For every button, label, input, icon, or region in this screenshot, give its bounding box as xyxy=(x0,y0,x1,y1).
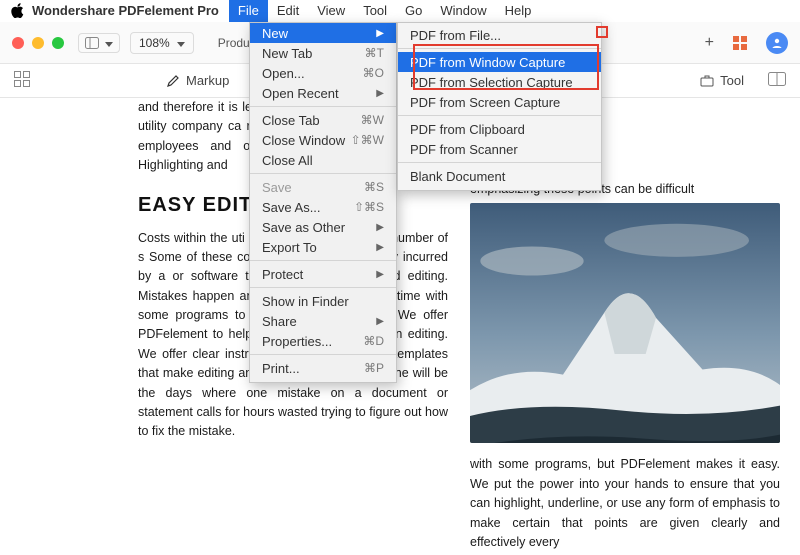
zoom-select[interactable]: 108% xyxy=(130,32,194,54)
file-menu-item[interactable]: Share ▶ xyxy=(250,311,396,331)
menu-shortcut: ⌘O xyxy=(363,66,384,80)
menu-go[interactable]: Go xyxy=(396,0,431,22)
menu-item-label: PDF from Screen Capture xyxy=(410,95,560,110)
menu-item-label: Properties... xyxy=(262,334,332,349)
menu-item-label: Share xyxy=(262,314,297,329)
chevron-down-icon xyxy=(175,36,185,50)
file-menu-item[interactable]: Export To ▶ xyxy=(250,237,396,257)
file-menu-item[interactable]: Open Recent ▶ xyxy=(250,83,396,103)
submenu-arrow-icon: ▶ xyxy=(376,269,384,280)
submenu-arrow-icon: ▶ xyxy=(376,28,384,39)
document-tab[interactable]: Produ xyxy=(218,36,250,50)
markup-button[interactable]: Markup xyxy=(166,73,229,88)
new-tab-button[interactable]: + xyxy=(705,34,714,52)
menu-item-label: New xyxy=(262,26,288,41)
submenu-arrow-icon: ▶ xyxy=(376,316,384,327)
menu-shortcut: ⌘T xyxy=(365,46,384,60)
menu-bar: Wondershare PDFelement Pro File Edit Vie… xyxy=(0,0,800,22)
file-menu-item: Save ⌘S xyxy=(250,177,396,197)
menu-item-label: Save xyxy=(262,180,292,195)
thumbnails-icon[interactable] xyxy=(14,71,40,90)
apps-grid-icon[interactable] xyxy=(732,35,748,51)
new-submenu-item[interactable]: PDF from Clipboard xyxy=(398,119,601,139)
menu-item-label: Close All xyxy=(262,153,313,168)
menu-view[interactable]: View xyxy=(308,0,354,22)
new-submenu-item[interactable]: Blank Document xyxy=(398,166,601,186)
toolbox-icon xyxy=(700,74,714,88)
file-menu-item[interactable]: Save as Other ▶ xyxy=(250,217,396,237)
file-menu-dropdown: New ▶ New Tab ⌘T Open... ⌘O Open Recent ▶ Close … xyxy=(249,22,397,383)
menu-item-label: Close Window xyxy=(262,133,345,148)
menu-item-label: Save as Other xyxy=(262,220,345,235)
menu-shortcut: ⌘D xyxy=(363,334,384,348)
menu-item-label: Protect xyxy=(262,267,303,282)
apple-menu-icon[interactable] xyxy=(8,3,26,18)
pencil-icon xyxy=(166,74,180,88)
window-close-icon[interactable] xyxy=(12,37,24,49)
menu-item-label: Open... xyxy=(262,66,305,81)
file-menu-item[interactable]: Close Tab ⌘W xyxy=(250,110,396,130)
file-menu-item[interactable]: Properties... ⌘D xyxy=(250,331,396,351)
file-menu-item[interactable]: Protect ▶ xyxy=(250,264,396,284)
user-avatar[interactable] xyxy=(766,32,788,54)
menu-shortcut: ⌘P xyxy=(364,361,384,375)
new-submenu-item[interactable]: PDF from Selection Capture xyxy=(398,72,601,92)
file-menu-item[interactable]: Close Window ⇧⌘W xyxy=(250,130,396,150)
file-menu-item[interactable]: Print... ⌘P xyxy=(250,358,396,378)
menu-edit[interactable]: Edit xyxy=(268,0,308,22)
new-submenu-item[interactable]: PDF from Window Capture xyxy=(398,52,601,72)
menu-item-label: Blank Document xyxy=(410,169,505,184)
file-menu-item[interactable]: Close All xyxy=(250,150,396,170)
menu-item-label: PDF from Scanner xyxy=(410,142,518,157)
tool-button[interactable]: Tool xyxy=(700,73,744,88)
menu-help[interactable]: Help xyxy=(496,0,541,22)
menu-item-label: Show in Finder xyxy=(262,294,349,309)
new-submenu: PDF from File... PDF from Window Capture P… xyxy=(397,22,602,191)
file-menu-item[interactable]: New ▶ xyxy=(250,23,396,43)
menu-shortcut: ⇧⌘S xyxy=(354,200,384,214)
markup-label: Markup xyxy=(186,73,229,88)
file-menu-item[interactable]: Save As... ⇧⌘S xyxy=(250,197,396,217)
tool-label: Tool xyxy=(720,73,744,88)
menu-item-label: Close Tab xyxy=(262,113,320,128)
menu-item-label: PDF from Clipboard xyxy=(410,122,525,137)
window-minimize-icon[interactable] xyxy=(32,37,44,49)
new-submenu-item[interactable]: PDF from Scanner xyxy=(398,139,601,159)
menu-window[interactable]: Window xyxy=(431,0,495,22)
menu-file[interactable]: File xyxy=(229,0,268,22)
new-submenu-item[interactable]: PDF from Screen Capture xyxy=(398,92,601,112)
menu-shortcut: ⌘S xyxy=(364,180,384,194)
menu-item-label: PDF from Selection Capture xyxy=(410,75,573,90)
page-view-icon[interactable] xyxy=(768,72,786,89)
menu-item-label: PDF from File... xyxy=(410,28,501,43)
sidebar-toggle-button[interactable] xyxy=(78,33,120,53)
menu-shortcut: ⇧⌘W xyxy=(351,133,384,147)
doc-text: with some programs, but PDFelement makes… xyxy=(470,455,780,552)
app-name: Wondershare PDFelement Pro xyxy=(32,3,219,18)
doc-image xyxy=(470,203,780,443)
file-menu-item[interactable]: Show in Finder xyxy=(250,291,396,311)
menu-item-label: New Tab xyxy=(262,46,312,61)
menu-shortcut: ⌘W xyxy=(361,113,384,127)
menu-item-label: Export To xyxy=(262,240,317,255)
menu-item-label: Open Recent xyxy=(262,86,339,101)
file-menu-item[interactable]: New Tab ⌘T xyxy=(250,43,396,63)
submenu-arrow-icon: ▶ xyxy=(376,222,384,233)
submenu-arrow-icon: ▶ xyxy=(376,88,384,99)
new-submenu-item[interactable]: PDF from File... xyxy=(398,25,601,45)
file-menu-item[interactable]: Open... ⌘O xyxy=(250,63,396,83)
zoom-value: 108% xyxy=(139,36,170,50)
menu-tool[interactable]: Tool xyxy=(354,0,396,22)
menu-item-label: PDF from Window Capture xyxy=(410,55,565,70)
submenu-arrow-icon: ▶ xyxy=(376,242,384,253)
menu-item-label: Print... xyxy=(262,361,300,376)
chevron-down-icon xyxy=(103,36,113,50)
window-zoom-icon[interactable] xyxy=(52,37,64,49)
menu-item-label: Save As... xyxy=(262,200,321,215)
